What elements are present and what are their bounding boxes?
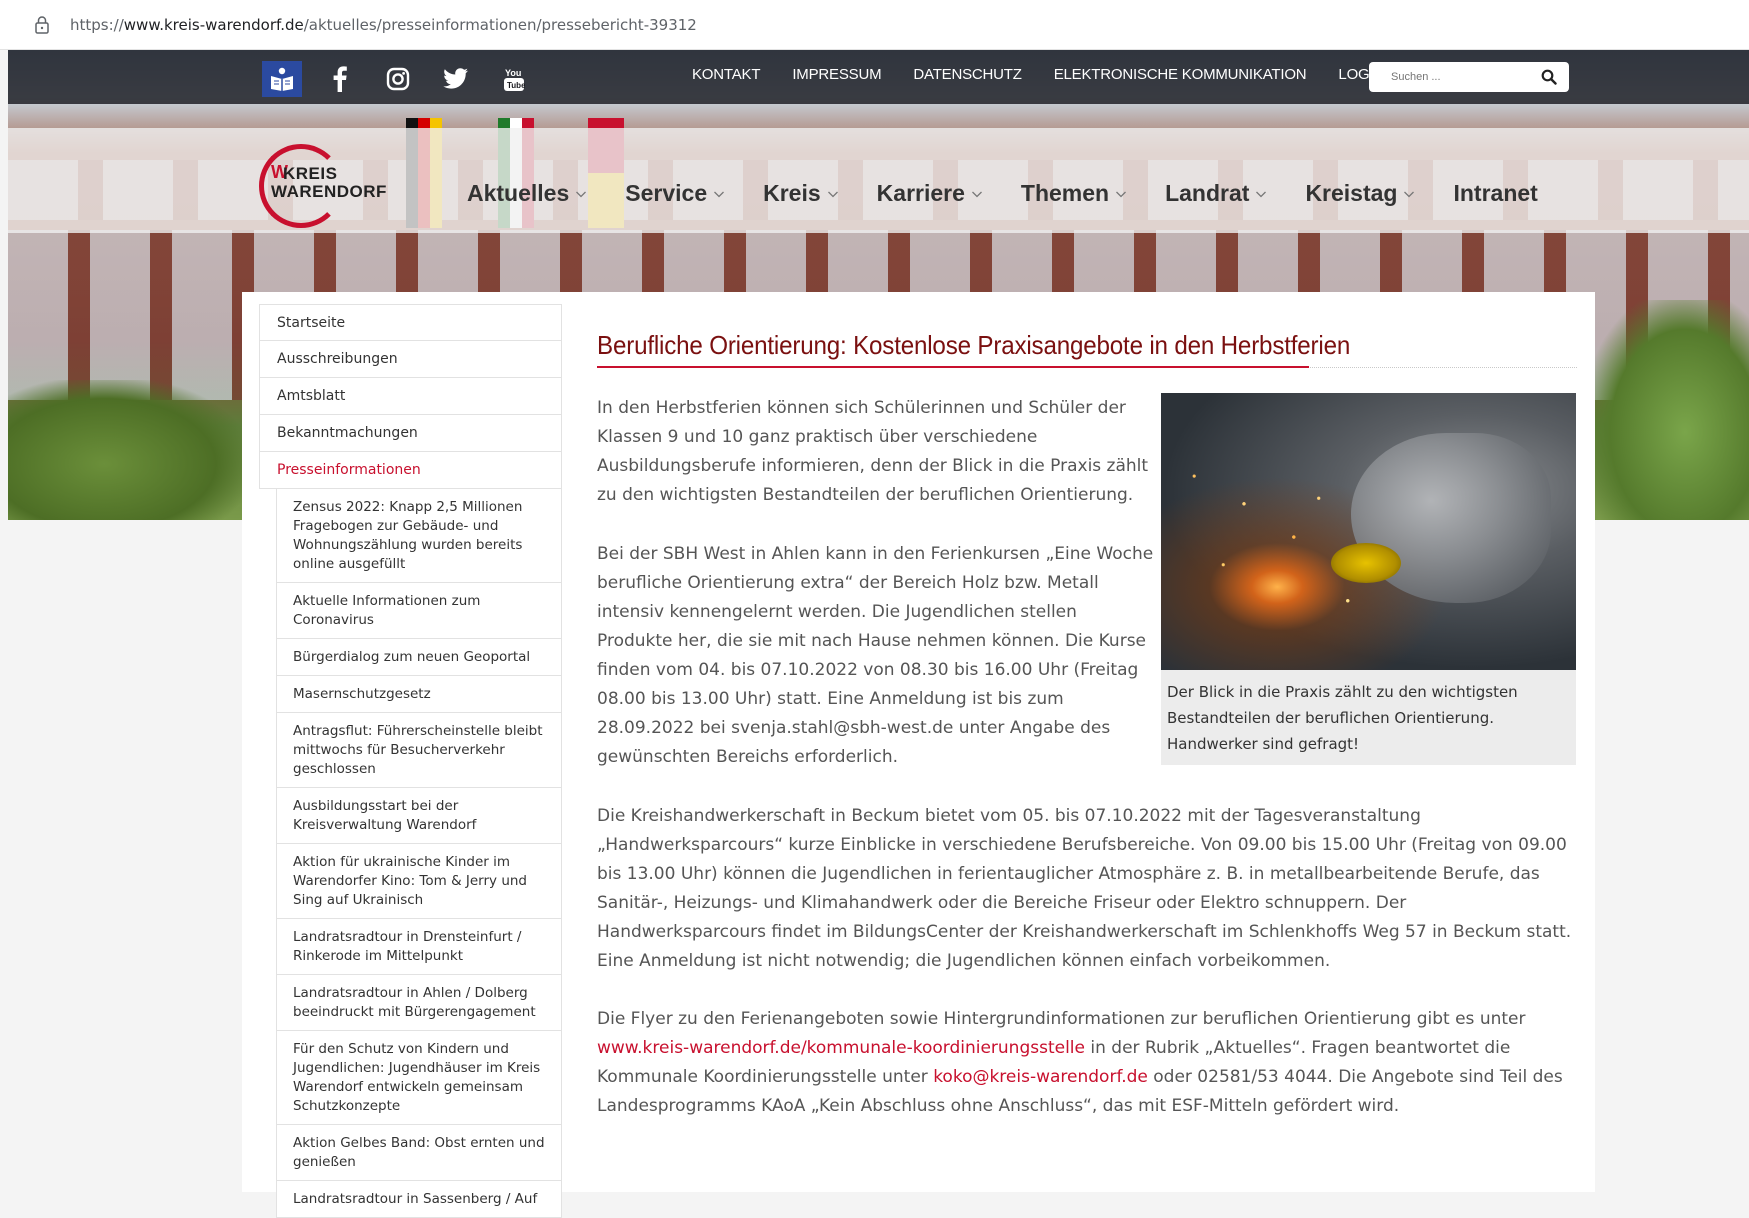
twitter-icon[interactable] xyxy=(436,61,476,97)
mainnav-item-karriere[interactable]: Karriere xyxy=(877,180,983,207)
article-header: Berufliche Orientierung: Kostenlose Prax… xyxy=(597,330,1577,361)
easy-language-book-icon[interactable] xyxy=(262,61,302,97)
article-image-grinding-sparks xyxy=(1161,393,1576,670)
svg-text:Tube: Tube xyxy=(507,81,525,90)
chevron-down-icon xyxy=(714,191,725,197)
chevron-down-icon xyxy=(1116,191,1127,197)
sidebar-subitem[interactable]: Landratsradtour in Drensteinfurt / Rinke… xyxy=(276,919,562,975)
instagram-icon[interactable] xyxy=(378,61,418,97)
kreis-warendorf-logo[interactable]: W KREIS WARENDORF xyxy=(257,140,397,230)
chevron-down-icon xyxy=(1404,191,1415,197)
sidebar-subitem[interactable]: Ausbildungsstart bei der Kreisverwaltung… xyxy=(276,788,562,844)
chevron-down-icon xyxy=(971,191,982,197)
sidebar-item-startseite[interactable]: Startseite xyxy=(259,304,562,341)
article-title: Berufliche Orientierung: Kostenlose Prax… xyxy=(597,330,1351,360)
sidebar-subitem[interactable]: Masernschutzgesetz xyxy=(276,676,562,713)
mainnav-item-aktuelles[interactable]: Aktuelles xyxy=(467,180,587,207)
url-text[interactable]: https://www.kreis-warendorf.de/aktuelles… xyxy=(70,16,697,34)
sidebar-subitem[interactable]: Bürgerdialog zum neuen Geoportal xyxy=(276,639,562,676)
search-input[interactable] xyxy=(1369,63,1529,91)
search-button[interactable] xyxy=(1529,62,1569,92)
sidebar-subitem[interactable]: Aktuelle Informationen zum Coronavirus xyxy=(276,583,562,639)
figure-caption: Der Blick in die Praxis zählt zu den wic… xyxy=(1161,670,1576,765)
svg-text:You: You xyxy=(505,68,521,78)
sidebar-subitem[interactable]: Für den Schutz von Kindern und Jugendlic… xyxy=(276,1031,562,1125)
chevron-down-icon xyxy=(576,191,587,197)
article-paragraph-2: Bei der SBH West in Ahlen kann in den Fe… xyxy=(597,544,1154,767)
sidebar-subitem[interactable]: Landratsradtour in Sassenberg / Auf xyxy=(276,1181,562,1218)
link-email-koko[interactable]: koko@kreis-warendorf.de xyxy=(933,1067,1148,1087)
article-paragraph-3: Die Kreishandwerkerschaft in Beckum biet… xyxy=(597,806,1572,971)
mainnav-item-kreistag[interactable]: Kreistag xyxy=(1305,180,1415,207)
logo-text-line1: KREIS xyxy=(283,164,338,183)
search-box xyxy=(1369,62,1569,92)
mainnav-item-intranet[interactable]: Intranet xyxy=(1453,180,1537,207)
topnav-kontakt[interactable]: KONTAKT xyxy=(692,66,761,83)
article-paragraph-4: Die Flyer zu den Ferienangeboten sowie H… xyxy=(597,1009,1563,1116)
social-links: You Tube xyxy=(262,61,534,97)
youtube-icon[interactable]: You Tube xyxy=(494,61,534,97)
search-icon xyxy=(1541,69,1557,85)
sidebar-subitem[interactable]: Antragsflut: Führerscheinstelle bleibt m… xyxy=(276,713,562,788)
sidebar-subitem[interactable]: Landratsradtour in Ahlen / Dolberg beein… xyxy=(276,975,562,1031)
facebook-icon[interactable] xyxy=(320,61,360,97)
sidebar-item-presseinformationen[interactable]: Presseinformationen xyxy=(259,452,562,489)
sidebar-subitem[interactable]: Aktion für ukrainische Kinder im Warendo… xyxy=(276,844,562,919)
mainnav-item-themen[interactable]: Themen xyxy=(1021,180,1127,207)
sidebar-item-amtsblatt[interactable]: Amtsblatt xyxy=(259,378,562,415)
sidebar-item-bekanntmachungen[interactable]: Bekanntmachungen xyxy=(259,415,562,452)
mainnav-item-kreis[interactable]: Kreis xyxy=(763,180,839,207)
chevron-down-icon xyxy=(827,191,838,197)
article-figure: Der Blick in die Praxis zählt zu den wic… xyxy=(1161,393,1576,765)
sidebar-subitem[interactable]: Aktion Gelbes Band: Obst ernten und geni… xyxy=(276,1125,562,1181)
title-underline xyxy=(597,366,1309,368)
chevron-down-icon xyxy=(1256,191,1267,197)
link-kommunale-koordinierungsstelle[interactable]: www.kreis-warendorf.de/kommunale-koordin… xyxy=(597,1038,1085,1058)
topnav-datenschutz[interactable]: DATENSCHUTZ xyxy=(913,66,1022,83)
logo-text-line2: WARENDORF xyxy=(271,182,387,201)
mainnav-item-service[interactable]: Service xyxy=(625,180,725,207)
topnav-impressum[interactable]: IMPRESSUM xyxy=(792,66,881,83)
mainnav-item-landrat[interactable]: Landrat xyxy=(1165,180,1267,207)
top-utility-nav: KONTAKT IMPRESSUM DATENSCHUTZ ELEKTRONIS… xyxy=(692,66,1384,83)
sidebar-subitem[interactable]: Zensus 2022: Knapp 2,5 Millionen Fragebo… xyxy=(276,489,562,583)
main-nav: Aktuelles Service Kreis Karriere Themen … xyxy=(467,180,1538,207)
article-paragraph-1: In den Herbstferien können sich Schüleri… xyxy=(597,398,1149,505)
sidebar-nav: Startseite Ausschreibungen Amtsblatt Bek… xyxy=(259,304,562,1218)
browser-address-bar[interactable]: https://www.kreis-warendorf.de/aktuelles… xyxy=(0,0,1749,50)
lock-icon xyxy=(34,15,52,35)
topnav-elektronische-kommunikation[interactable]: ELEKTRONISCHE KOMMUNIKATION xyxy=(1054,66,1307,83)
sidebar-item-ausschreibungen[interactable]: Ausschreibungen xyxy=(259,341,562,378)
